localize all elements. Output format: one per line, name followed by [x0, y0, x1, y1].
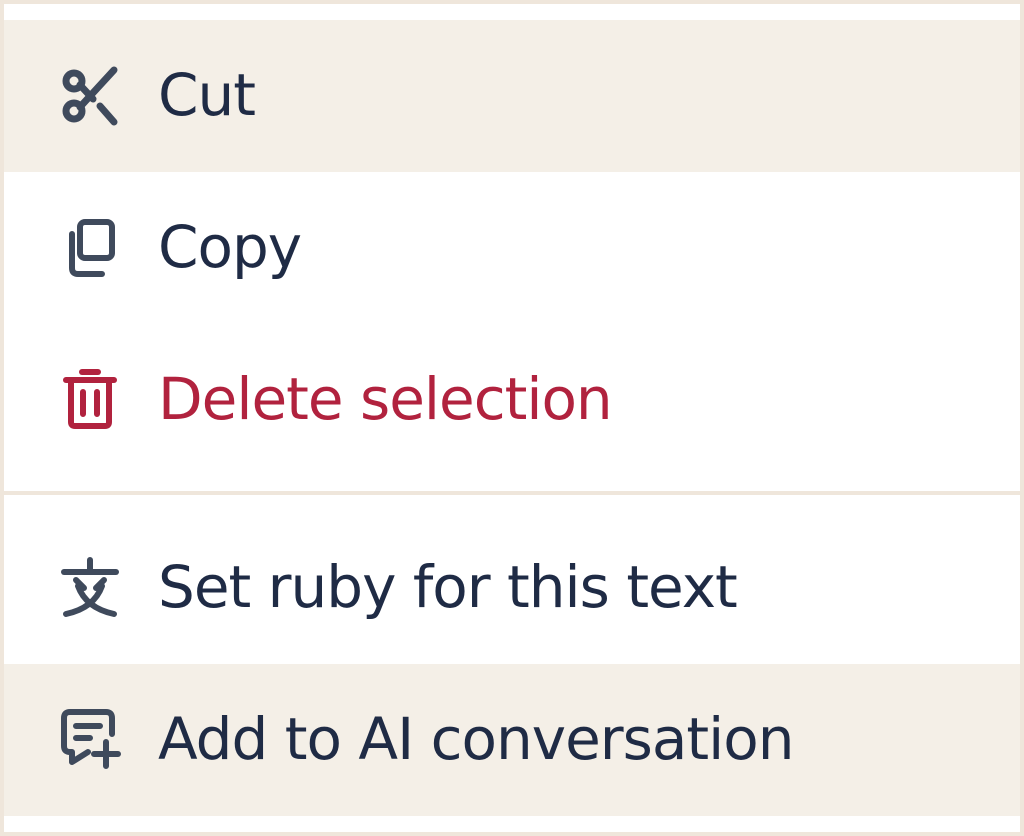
- menu-item-label: Cut: [158, 61, 256, 129]
- trash-icon: [58, 366, 122, 430]
- menu-item-add-to-ai-conversation[interactable]: Add to AI conversation: [4, 664, 1020, 816]
- menu-item-label: Copy: [158, 213, 302, 281]
- menu-item-cut[interactable]: Cut: [4, 20, 1020, 172]
- copy-icon: [58, 216, 122, 280]
- ruby-text-icon: [58, 556, 122, 620]
- menu-item-label: Delete selection: [158, 365, 613, 433]
- menu-item-label: Add to AI conversation: [158, 705, 794, 773]
- scissors-icon: [58, 64, 122, 128]
- menu-item-delete-selection[interactable]: Delete selection: [4, 324, 1020, 476]
- menu-item-set-ruby[interactable]: Set ruby for this text: [4, 512, 1020, 664]
- menu-item-copy[interactable]: Copy: [4, 172, 1020, 324]
- context-menu: Cut Copy Delete selection Set ruby for t…: [4, 4, 1020, 832]
- menu-divider: [4, 491, 1020, 495]
- menu-item-label: Set ruby for this text: [158, 553, 738, 621]
- chat-add-icon: [58, 706, 122, 770]
